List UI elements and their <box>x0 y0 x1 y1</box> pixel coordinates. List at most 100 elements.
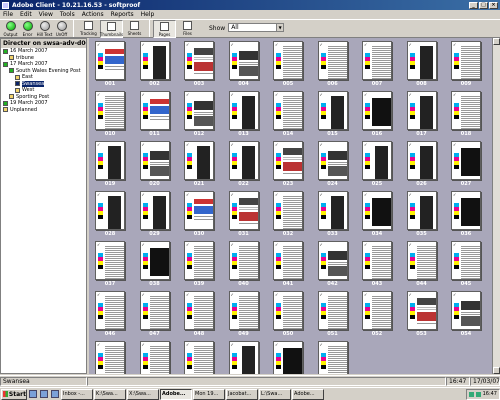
page-thumbnail[interactable]: ✓ 036 <box>447 189 485 237</box>
output-light-button[interactable]: Output <box>2 20 19 38</box>
page-thumbnail[interactable]: ✓ 009 <box>447 39 485 87</box>
vertical-scrollbar[interactable] <box>492 38 500 374</box>
page-thumbnail[interactable]: ✓ 013 <box>225 89 263 137</box>
menu-edit[interactable]: Edit <box>20 11 32 18</box>
start-button[interactable]: Start <box>1 388 27 400</box>
page-thumbnail[interactable]: ✓ 029 <box>136 189 174 237</box>
error-light-button[interactable]: Error <box>19 20 36 38</box>
tree-node[interactable]: Unplanned <box>1 107 86 114</box>
thumbnails-button[interactable]: Thumbnails <box>100 20 123 38</box>
taskbar-button[interactable]: Mon 19... <box>193 388 225 400</box>
close-button[interactable]: × <box>489 1 498 9</box>
page-thumbnail[interactable]: ✓ 045 <box>447 239 485 287</box>
maximize-button[interactable]: □ <box>479 1 488 9</box>
scroll-down-button[interactable] <box>493 367 500 374</box>
page-thumbnail[interactable]: ✓ 014 <box>269 89 307 137</box>
page-thumbnail[interactable]: ✓ 002 <box>136 39 174 87</box>
page-thumbnail[interactable]: ✓ 021 <box>180 139 218 187</box>
pages-button[interactable]: Pages <box>153 20 176 38</box>
page-thumbnail[interactable]: ✓ 022 <box>225 139 263 187</box>
page-thumbnail[interactable]: ✓ 015 <box>314 89 352 137</box>
page-thumbnail[interactable]: ✓ 049 <box>225 289 263 337</box>
page-thumbnail[interactable]: ✓ 020 <box>136 139 174 187</box>
page-thumbnail[interactable]: ✓ 019 <box>91 139 129 187</box>
page-thumbnail[interactable]: ✓ 005 <box>269 39 307 87</box>
page-thumbnail[interactable]: ✓ 018 <box>447 89 485 137</box>
page-thumbnail[interactable]: ✓ 030 <box>180 189 218 237</box>
quick-launch-icon[interactable] <box>40 390 48 398</box>
page-thumbnail[interactable]: ✓ 027 <box>447 139 485 187</box>
page-thumbnail[interactable]: ✓ 043 <box>358 239 396 287</box>
page-thumbnail[interactable]: ✓ 007 <box>358 39 396 87</box>
taskbar-button[interactable]: Adobe... <box>160 388 192 400</box>
page-thumbnail[interactable]: ✓ 026 <box>403 139 441 187</box>
page-thumbnail[interactable]: ✓ 028 <box>91 189 129 237</box>
menu-view[interactable]: View <box>39 11 53 18</box>
page-thumbnail[interactable]: ✓ 034 <box>358 189 396 237</box>
page-thumbnail[interactable]: ✓ 024 <box>314 139 352 187</box>
page-thumbnail[interactable]: ✓ 010 <box>91 89 129 137</box>
page-thumbnail[interactable]: ✓ 035 <box>403 189 441 237</box>
menu-file[interactable]: File <box>3 11 13 18</box>
page-thumbnail[interactable]: ✓ 038 <box>136 239 174 287</box>
page-thumbnail[interactable]: ✓ 041 <box>269 239 307 287</box>
page-thumbnail[interactable]: ✓ 046 <box>91 289 129 337</box>
page-thumbnail[interactable]: ✓ 042 <box>314 239 352 287</box>
menu-reports[interactable]: Reports <box>111 11 134 18</box>
taskbar-button[interactable]: L:\Swa... <box>259 388 291 400</box>
page-thumbnail[interactable]: ✓ 016 <box>358 89 396 137</box>
page-thumbnail[interactable]: ✓056 <box>136 339 174 374</box>
page-thumbnail[interactable]: ✓ 004 <box>225 39 263 87</box>
files-button[interactable]: Files <box>176 20 199 38</box>
minimize-button[interactable]: _ <box>469 1 478 9</box>
menu-help[interactable]: Help <box>141 11 155 18</box>
page-thumbnail[interactable]: ✓ 053 <box>403 289 441 337</box>
page-thumbnail[interactable]: ✓059 <box>269 339 307 374</box>
tray-volume-icon[interactable] <box>475 391 481 397</box>
taskbar-button[interactable]: X:\Swa... <box>127 388 159 400</box>
page-thumbnail[interactable]: ✓058 <box>225 339 263 374</box>
taskbar-button[interactable]: K:\Swa... <box>94 388 126 400</box>
tracking-button[interactable]: Tracking <box>77 20 100 38</box>
page-thumbnail[interactable]: ✓ 001 <box>91 39 129 87</box>
page-thumbnail[interactable]: ✓ 047 <box>136 289 174 337</box>
scroll-up-button[interactable] <box>493 38 500 45</box>
quick-launch-icon[interactable] <box>29 390 37 398</box>
menu-tools[interactable]: Tools <box>60 11 75 18</box>
page-thumbnail[interactable]: ✓055 <box>91 339 129 374</box>
page-thumbnail[interactable]: ✓060 <box>314 339 352 374</box>
page-thumbnail[interactable]: ✓ 008 <box>403 39 441 87</box>
page-thumbnail[interactable]: ✓ 040 <box>225 239 263 287</box>
page-thumbnail[interactable]: ✓ 023 <box>269 139 307 187</box>
page-thumbnail[interactable]: ✓ 050 <box>269 289 307 337</box>
page-thumbnail[interactable]: ✓057 <box>180 339 218 374</box>
taskbar-button[interactable]: Jacobat... <box>226 388 258 400</box>
chevron-down-icon[interactable]: ▼ <box>276 24 284 31</box>
page-thumbnail[interactable]: ✓ 051 <box>314 289 352 337</box>
page-thumbnail[interactable]: ✓ 037 <box>91 239 129 287</box>
sheets-button[interactable]: Sheets <box>123 20 146 38</box>
page-thumbnail[interactable]: ✓ 006 <box>314 39 352 87</box>
show-select[interactable]: All ▼ <box>228 23 285 32</box>
tree-node[interactable]: South Wales Evening Post <box>1 68 86 75</box>
tray-network-icon[interactable] <box>468 391 474 397</box>
hill-text-light-button[interactable]: Hill Text <box>36 20 53 38</box>
page-thumbnail[interactable]: ✓ 011 <box>136 89 174 137</box>
page-thumbnail[interactable]: ✓ 003 <box>180 39 218 87</box>
page-thumbnail[interactable]: ✓ 039 <box>180 239 218 287</box>
taskbar-button[interactable]: Inbox -... <box>61 388 93 400</box>
page-thumbnail[interactable]: ✓ 052 <box>358 289 396 337</box>
page-thumbnail[interactable]: ✓ 033 <box>314 189 352 237</box>
page-thumbnail[interactable]: ✓ 044 <box>403 239 441 287</box>
quick-launch-icon[interactable] <box>51 390 59 398</box>
page-thumbnail[interactable]: ✓ 017 <box>403 89 441 137</box>
page-thumbnail[interactable]: ✓ 048 <box>180 289 218 337</box>
taskbar-button[interactable]: Adobe... <box>292 388 324 400</box>
unoff-light-button[interactable]: UnOff <box>53 20 70 38</box>
page-thumbnail[interactable]: ✓ 031 <box>225 189 263 237</box>
page-thumbnail[interactable]: ✓ 012 <box>180 89 218 137</box>
page-thumbnail[interactable]: ✓ 054 <box>447 289 485 337</box>
menu-actions[interactable]: Actions <box>82 11 104 18</box>
page-thumbnail[interactable]: ✓ 025 <box>358 139 396 187</box>
page-thumbnail[interactable]: ✓ 032 <box>269 189 307 237</box>
